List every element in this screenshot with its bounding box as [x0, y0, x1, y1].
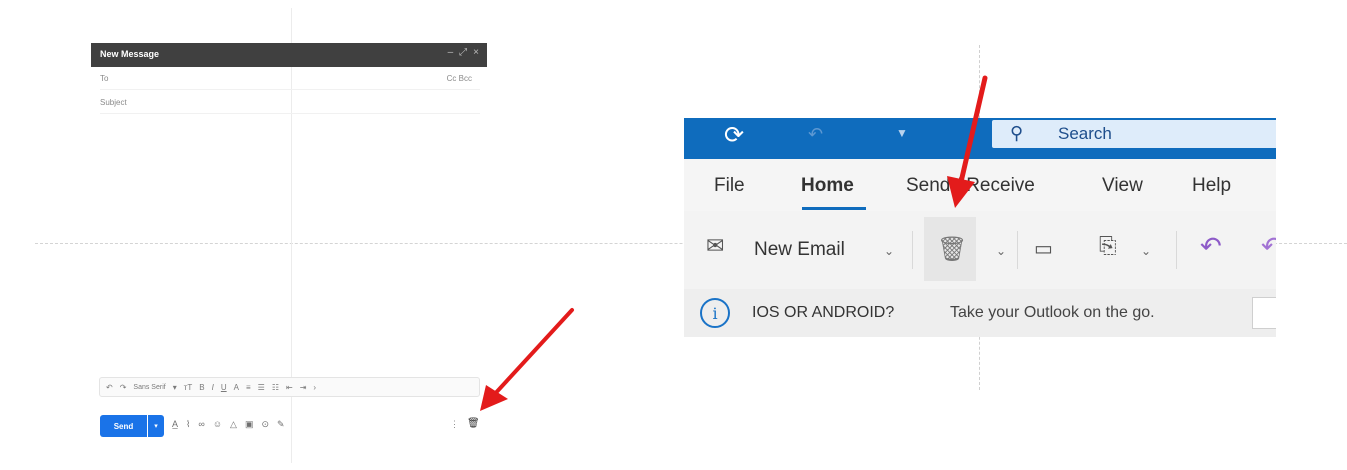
- archive-icon[interactable]: ▭: [1034, 236, 1053, 261]
- underline-icon[interactable]: U: [221, 383, 227, 392]
- to-field[interactable]: To Cc Bcc: [100, 69, 480, 90]
- minimize-icon[interactable]: –: [448, 47, 454, 58]
- home-ribbon: ✉ New Email ⌄ 🗑 ⌄ ▭ ⎘ ⌄ ↶ ↶: [684, 211, 1276, 289]
- compose-title: New Message: [100, 49, 160, 59]
- send-tools: A̲ ⌇ ∞ ☺ △ ▣ ⊙ ✎: [172, 419, 285, 430]
- emoji-icon[interactable]: ☺: [213, 419, 222, 430]
- bulleted-list-icon[interactable]: ☷: [272, 383, 279, 392]
- to-label: To: [100, 74, 109, 83]
- font-size-icon[interactable]: тT: [184, 383, 193, 392]
- send-button[interactable]: Send: [100, 415, 147, 437]
- collapse-icon[interactable]: ‹: [938, 346, 942, 350]
- formatting-options-icon[interactable]: A̲: [172, 419, 178, 430]
- indent-less-icon[interactable]: ⇤: [286, 383, 293, 392]
- new-email-chevron-icon[interactable]: ⌄: [884, 244, 894, 258]
- more-formatting-icon[interactable]: ›: [313, 383, 316, 392]
- undo-icon[interactable]: ↶: [106, 383, 113, 392]
- tab-help[interactable]: Help: [1192, 175, 1231, 197]
- expand-icon[interactable]: ⤢: [459, 47, 467, 58]
- info-bar: i IOS OR ANDROID? Take your Outlook on t…: [684, 289, 1276, 337]
- delete-icon: 🗑: [937, 236, 968, 263]
- send-options-button[interactable]: ▾: [148, 415, 164, 437]
- text-color-icon[interactable]: A: [234, 383, 239, 392]
- link-icon[interactable]: ∞: [198, 419, 204, 430]
- reply-all-icon[interactable]: ↶: [1261, 231, 1276, 262]
- search-input[interactable]: Search: [1058, 124, 1112, 144]
- delete-chevron-icon[interactable]: ⌄: [996, 244, 1006, 258]
- ribbon-separator: [1017, 231, 1018, 269]
- delete-button[interactable]: 🗑: [924, 217, 976, 281]
- more-options-icon[interactable]: ⋮: [450, 419, 459, 430]
- close-icon[interactable]: ×: [473, 47, 479, 58]
- compose-titlebar: New Message – ⤢ ×: [91, 43, 487, 67]
- sync-icon[interactable]: ⟳: [724, 121, 744, 150]
- tab-file[interactable]: File: [714, 175, 745, 197]
- signature-icon[interactable]: ✎: [277, 419, 285, 430]
- photo-icon[interactable]: ▣: [245, 419, 254, 430]
- indent-more-icon[interactable]: ⇥: [300, 383, 307, 392]
- tab-view[interactable]: View: [1102, 175, 1143, 197]
- ribbon-separator: [1176, 231, 1177, 269]
- titlebar-controls: – ⤢ ×: [448, 47, 479, 58]
- new-email-button[interactable]: New Email: [754, 239, 845, 261]
- numbered-list-icon[interactable]: ☰: [258, 383, 265, 392]
- chevron-down-icon[interactable]: ▾: [173, 383, 177, 392]
- tab-home[interactable]: Home: [801, 175, 854, 197]
- subject-field[interactable]: Subject: [100, 93, 480, 114]
- redo-icon[interactable]: ↷: [120, 383, 127, 392]
- search-box[interactable]: ⚲ Search: [992, 120, 1276, 148]
- undo-icon[interactable]: ↶: [808, 124, 823, 145]
- formatting-toolbar: ↶ ↷ Sans Serif ▾ тT B I U A ≡ ☰ ☷ ⇤ ⇥ ›: [99, 377, 480, 397]
- info-message: Take your Outlook on the go.: [950, 304, 1155, 321]
- font-select[interactable]: Sans Serif: [133, 384, 165, 391]
- info-title: IOS OR ANDROID?: [752, 304, 895, 321]
- drive-icon[interactable]: △: [230, 419, 237, 430]
- active-tab-indicator: [802, 207, 866, 210]
- send-row: Send ▾ A̲ ⌇ ∞ ☺ △ ▣ ⊙ ✎ ⋮ 🗑: [100, 415, 482, 439]
- annotation-arrow-gmail: [480, 308, 574, 411]
- cc-bcc-link[interactable]: Cc Bcc: [447, 74, 472, 83]
- move-icon[interactable]: ⎘: [1099, 233, 1117, 259]
- info-icon: i: [700, 298, 730, 328]
- annotation-arrow-outlook: [947, 75, 988, 208]
- italic-icon[interactable]: I: [212, 383, 214, 392]
- lock-icon[interactable]: ⊙: [261, 419, 269, 430]
- new-email-icon[interactable]: ✉: [706, 233, 724, 259]
- ribbon-separator: [912, 231, 913, 269]
- reply-icon[interactable]: ↶: [1200, 231, 1222, 262]
- align-icon[interactable]: ≡: [246, 383, 251, 392]
- attach-icon[interactable]: ⌇: [186, 419, 190, 430]
- phone-input[interactable]: [1252, 297, 1276, 329]
- search-icon: ⚲: [1010, 123, 1024, 143]
- bold-icon[interactable]: B: [199, 383, 204, 392]
- subject-label: Subject: [100, 98, 127, 107]
- move-chevron-icon[interactable]: ⌄: [1141, 244, 1151, 258]
- gmail-compose-window: New Message – ⤢ × To Cc Bcc Subject ↶ ↷ …: [91, 43, 487, 438]
- quick-access-icon[interactable]: ▼: [896, 126, 908, 140]
